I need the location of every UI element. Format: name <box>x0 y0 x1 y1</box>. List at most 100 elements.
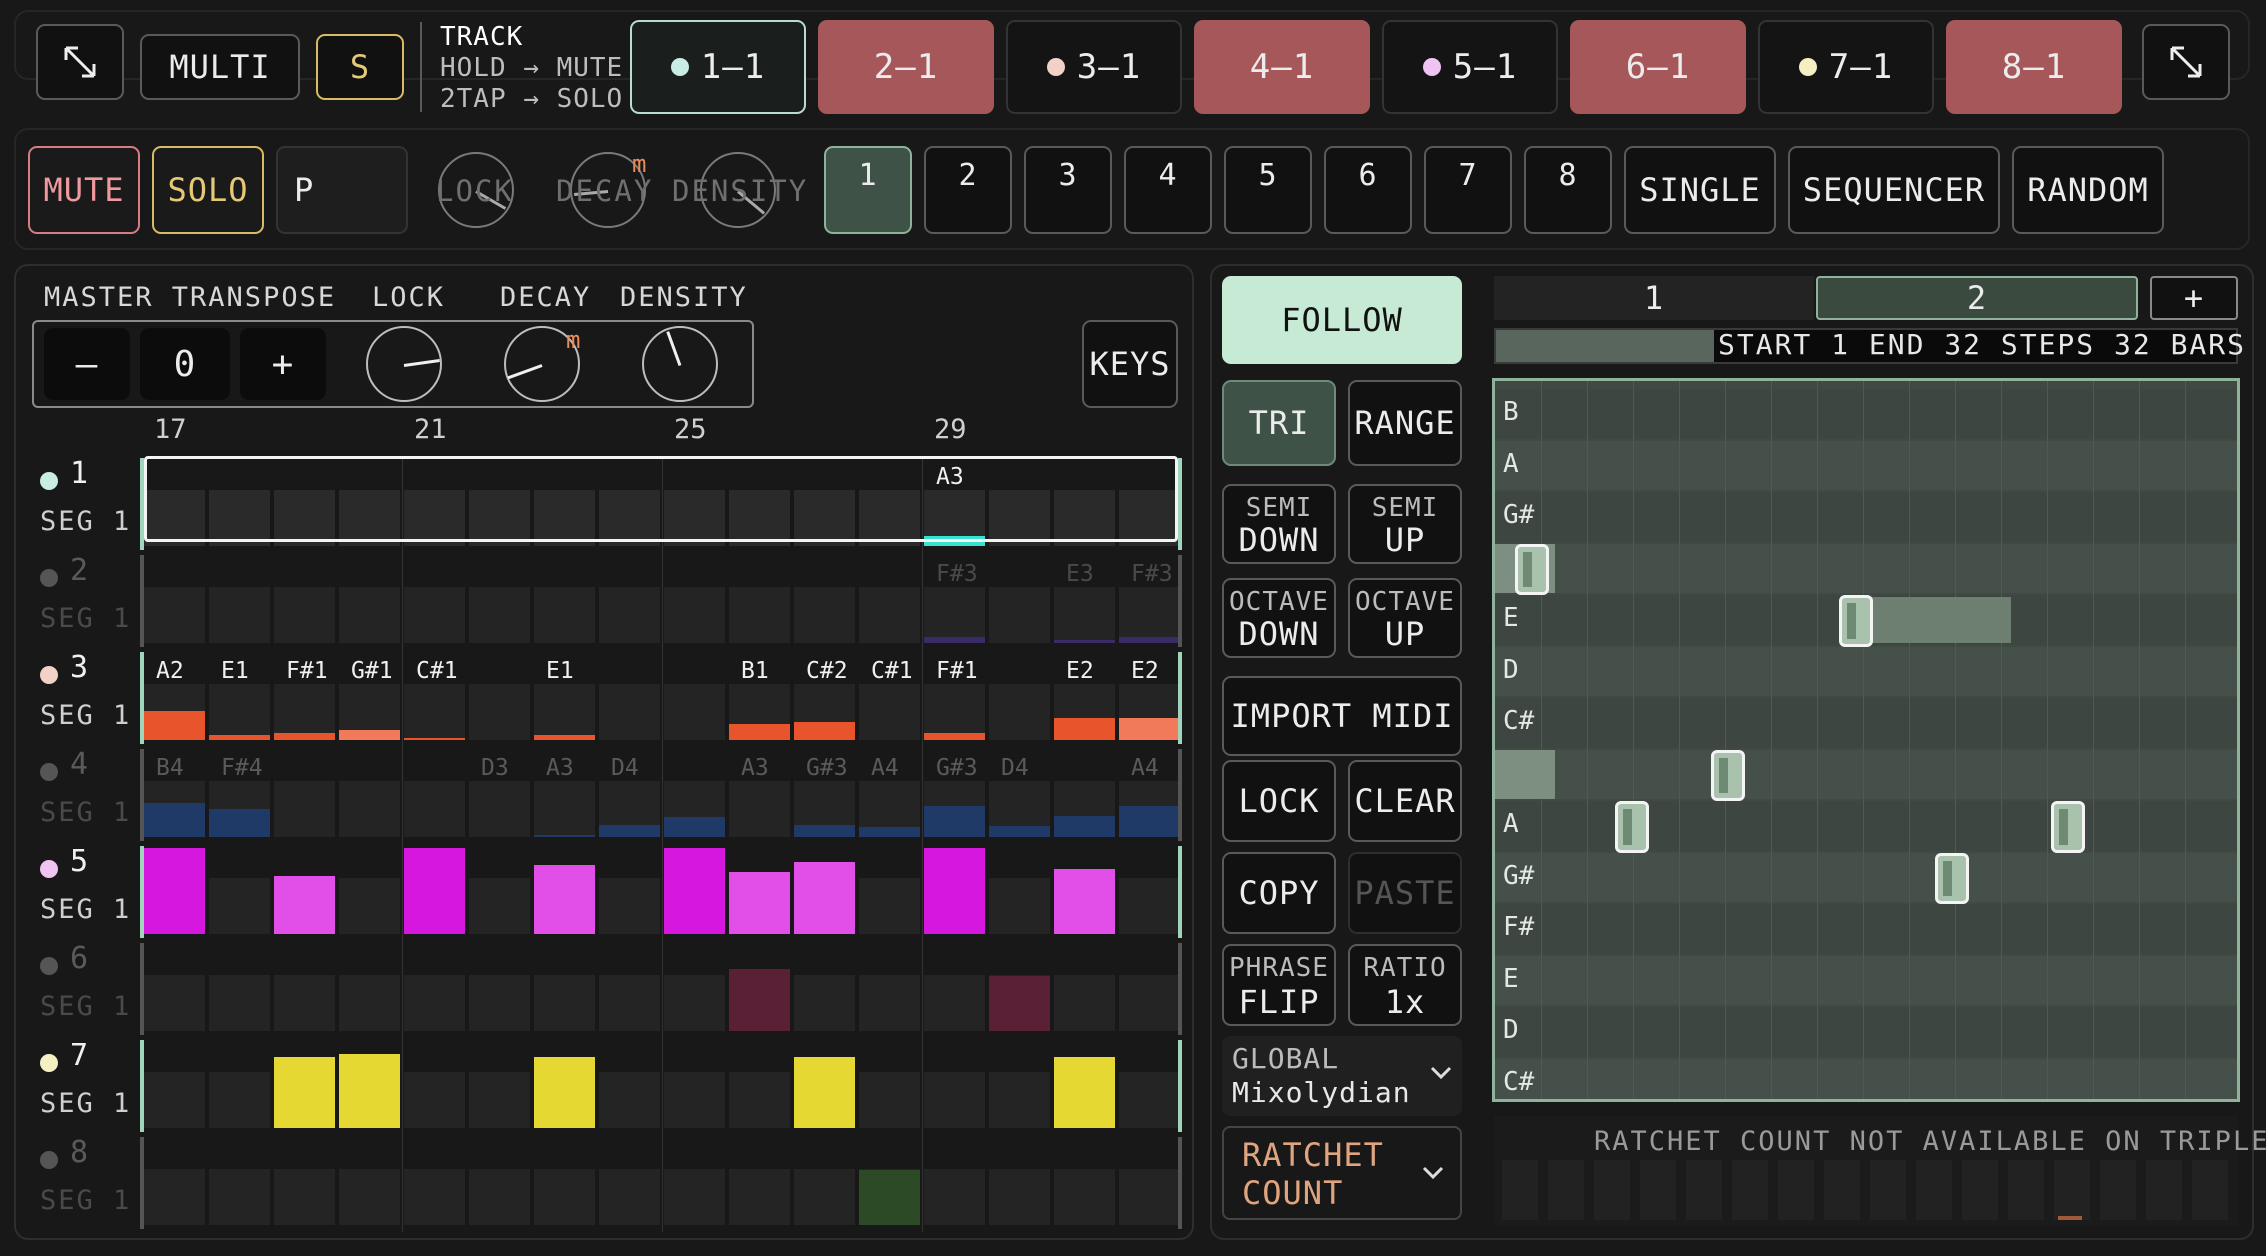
ratio-button[interactable]: RATIO 1x <box>1348 944 1462 1026</box>
step-cell[interactable] <box>859 1072 920 1128</box>
piano-roll-note[interactable] <box>1711 749 1745 801</box>
bar-tab-2[interactable]: 2 <box>1816 276 2138 320</box>
piano-roll-lane[interactable] <box>1495 492 2237 542</box>
step-cell[interactable] <box>859 587 920 643</box>
step-bar[interactable] <box>859 1170 920 1225</box>
step-cell[interactable] <box>1119 587 1180 643</box>
step-cell[interactable] <box>664 1169 725 1225</box>
piano-roll-note[interactable] <box>2051 801 2085 853</box>
step-cell[interactable] <box>924 587 985 643</box>
step-bar[interactable] <box>404 738 465 740</box>
segment-button-2[interactable]: 2 <box>924 146 1012 234</box>
step-bar[interactable] <box>1119 806 1180 837</box>
step-cell[interactable] <box>274 975 335 1031</box>
step-bar[interactable] <box>534 1057 595 1128</box>
pattern-button-3[interactable]: 3–1 <box>1006 20 1182 114</box>
step-bar[interactable] <box>794 722 855 740</box>
step-cell[interactable] <box>469 878 530 934</box>
step-cell[interactable] <box>209 1169 270 1225</box>
step-cell[interactable] <box>274 781 335 837</box>
step-bar[interactable] <box>1119 718 1180 740</box>
mode-random-button[interactable]: RANDOM <box>2012 146 2164 234</box>
piano-roll-note[interactable] <box>1515 543 1549 595</box>
step-cell[interactable] <box>404 975 465 1031</box>
multi-button[interactable]: MULTI <box>140 34 300 100</box>
step-bar[interactable] <box>144 848 205 934</box>
step-cell[interactable] <box>144 1072 205 1128</box>
step-cell[interactable] <box>989 878 1050 934</box>
octave-up-button[interactable]: OCTAVE UP <box>1348 578 1462 658</box>
step-cell[interactable] <box>404 1169 465 1225</box>
step-cell[interactable] <box>599 1072 660 1128</box>
step-cell[interactable] <box>859 878 920 934</box>
mute-button[interactable]: MUTE <box>28 146 140 234</box>
tri-button[interactable]: TRI <box>1222 380 1336 466</box>
step-cell[interactable] <box>469 1169 530 1225</box>
preset-field[interactable]: P <box>276 146 408 234</box>
solo-button[interactable]: SOLO <box>152 146 264 234</box>
step-bar[interactable] <box>404 848 465 934</box>
step-cell[interactable] <box>209 1072 270 1128</box>
mode-sequencer-button[interactable]: SEQUENCER <box>1788 146 2000 234</box>
pattern-button-6[interactable]: 6–1 <box>1570 20 1746 114</box>
step-bar[interactable] <box>794 825 855 837</box>
paste-button[interactable]: PASTE <box>1348 852 1462 934</box>
pattern-button-2[interactable]: 2–1 <box>818 20 994 114</box>
step-cell[interactable] <box>859 975 920 1031</box>
step-cell[interactable] <box>599 684 660 740</box>
step-cell[interactable] <box>144 975 205 1031</box>
expand-right-button[interactable] <box>2142 24 2230 100</box>
step-bar[interactable] <box>664 848 725 934</box>
pattern-button-1[interactable]: 1–1 <box>630 20 806 114</box>
step-bar[interactable] <box>144 803 205 837</box>
add-bar-button[interactable]: + <box>2150 276 2238 320</box>
pattern-button-7[interactable]: 7–1 <box>1758 20 1934 114</box>
step-cell[interactable] <box>1054 1169 1115 1225</box>
scale-select[interactable]: GLOBAL Mixolydian <box>1222 1036 1462 1116</box>
step-bar[interactable] <box>729 969 790 1031</box>
track-number[interactable]: 2 <box>70 553 88 588</box>
master-density-knob[interactable] <box>642 326 718 402</box>
step-bar[interactable] <box>339 730 400 740</box>
step-bar[interactable] <box>989 826 1050 837</box>
segment-button-5[interactable]: 5 <box>1224 146 1312 234</box>
step-cell[interactable] <box>534 587 595 643</box>
segment-button-6[interactable]: 6 <box>1324 146 1412 234</box>
semi-down-button[interactable]: SEMI DOWN <box>1222 484 1336 564</box>
step-cell[interactable] <box>339 1169 400 1225</box>
step-cell[interactable] <box>859 684 920 740</box>
piano-roll-note[interactable] <box>1935 852 1969 904</box>
step-cell[interactable] <box>404 781 465 837</box>
range-button[interactable]: RANGE <box>1348 380 1462 466</box>
piano-roll-lane[interactable] <box>1495 1058 2237 1099</box>
piano-roll[interactable]: BAG#F#EDC#BAG#F#EDC# <box>1492 378 2240 1102</box>
track-number[interactable]: 6 <box>70 941 88 976</box>
piano-roll-lane[interactable] <box>1495 852 2237 902</box>
step-bar[interactable] <box>924 733 985 740</box>
step-bar[interactable] <box>534 835 595 837</box>
transpose-plus-button[interactable]: + <box>240 328 326 400</box>
track-number[interactable]: 5 <box>70 844 88 879</box>
piano-roll-note[interactable] <box>1839 595 1873 647</box>
step-cell[interactable] <box>404 684 465 740</box>
semi-up-button[interactable]: SEMI UP <box>1348 484 1462 564</box>
step-cell[interactable] <box>209 975 270 1031</box>
follow-button[interactable]: FOLLOW <box>1222 276 1462 364</box>
pattern-button-5[interactable]: 5–1 <box>1382 20 1558 114</box>
piano-roll-lane[interactable] <box>1495 955 2237 1005</box>
step-cell[interactable] <box>534 781 595 837</box>
track-number[interactable]: 7 <box>70 1038 88 1073</box>
master-lock-knob[interactable] <box>366 326 442 402</box>
track-number[interactable]: 4 <box>70 747 88 782</box>
step-bar[interactable] <box>664 817 725 837</box>
step-cell[interactable] <box>599 878 660 934</box>
step-bar[interactable] <box>534 865 595 934</box>
piano-roll-lane[interactable] <box>1495 1007 2237 1057</box>
segment-button-1[interactable]: 1 <box>824 146 912 234</box>
step-cell[interactable] <box>209 684 270 740</box>
step-cell[interactable] <box>339 587 400 643</box>
step-cell[interactable] <box>664 587 725 643</box>
step-cell[interactable] <box>469 1072 530 1128</box>
step-cell[interactable] <box>599 1169 660 1225</box>
step-cell[interactable] <box>339 781 400 837</box>
